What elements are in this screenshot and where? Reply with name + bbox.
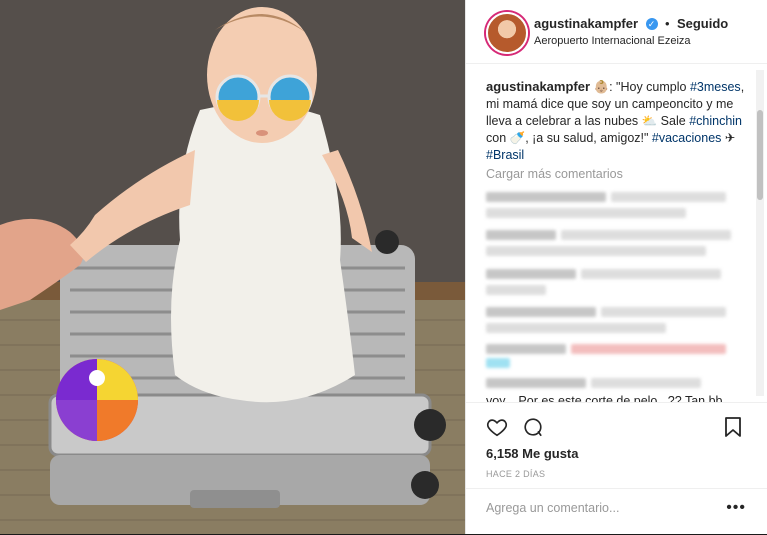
follow-status-button[interactable]: Seguido <box>677 16 728 31</box>
load-more-comments[interactable]: Cargar más comentarios <box>486 167 623 181</box>
blurred-comment <box>486 208 686 218</box>
post-caption: agustinakampfer 👶🏼: "Hoy cumplo #3meses,… <box>486 78 746 164</box>
post-actions: 6,158 Me gusta HACE 2 DÍAS ••• <box>466 402 767 532</box>
blurred-comment <box>601 307 726 317</box>
blurred-comment <box>486 358 510 368</box>
blurred-comment <box>486 378 586 388</box>
avatar[interactable] <box>486 12 528 54</box>
comment-bubble-icon[interactable] <box>522 416 544 443</box>
blurred-comment <box>611 192 726 202</box>
blurred-comment <box>571 344 726 354</box>
blurred-comment <box>561 230 731 240</box>
add-comment-bar: ••• <box>466 488 767 535</box>
hashtag-vacaciones[interactable]: #vacaciones <box>652 131 722 145</box>
more-options-icon[interactable]: ••• <box>726 499 746 517</box>
blurred-comment <box>486 192 606 202</box>
hashtag-brasil[interactable]: #Brasil <box>486 148 524 162</box>
separator-dot: • <box>664 16 670 31</box>
post-photo-illustration <box>0 0 465 534</box>
blurred-comment <box>591 378 701 388</box>
verified-badge-icon: ✓ <box>645 17 658 30</box>
blurred-comment <box>581 269 721 279</box>
hashtag-chinchin[interactable]: #chinchin <box>689 114 742 128</box>
blurred-comment <box>486 307 596 317</box>
post-photo[interactable] <box>0 0 465 534</box>
post-header: agustinakampfer ✓ • Seguido Aeropuerto I… <box>466 0 767 64</box>
caption-username[interactable]: agustinakampfer <box>486 79 590 94</box>
comments-section[interactable]: agustinakampfer 👶🏼: "Hoy cumplo #3meses,… <box>466 64 767 403</box>
header-user-line: agustinakampfer ✓ • Seguido <box>534 15 728 33</box>
like-count[interactable]: 6,158 Me gusta <box>486 446 579 461</box>
location-link[interactable]: Aeropuerto Internacional Ezeiza <box>534 35 691 47</box>
blurred-comment <box>486 246 706 256</box>
blurred-comment <box>486 344 566 354</box>
header-username[interactable]: agustinakampfer <box>534 16 638 31</box>
caption-text-1: 👶🏼: "Hoy cumplo <box>593 80 690 94</box>
post-sidebar: agustinakampfer ✓ • Seguido Aeropuerto I… <box>465 0 767 534</box>
comments-scrollbar-thumb[interactable] <box>757 110 763 200</box>
blurred-comment <box>486 285 546 295</box>
caption-text-4: ✈ <box>721 131 736 145</box>
post-timestamp[interactable]: HACE 2 DÍAS <box>486 469 545 479</box>
bookmark-icon[interactable] <box>724 416 742 443</box>
caption-text-3: con 🍼, ¡a su salud, amigoz!" <box>486 131 652 145</box>
comment-input[interactable] <box>486 501 716 515</box>
blurred-comment <box>486 323 666 333</box>
blurred-comment <box>486 269 576 279</box>
hashtag-3meses[interactable]: #3meses <box>690 80 741 94</box>
heart-icon[interactable] <box>486 416 508 443</box>
blurred-comment <box>486 230 556 240</box>
